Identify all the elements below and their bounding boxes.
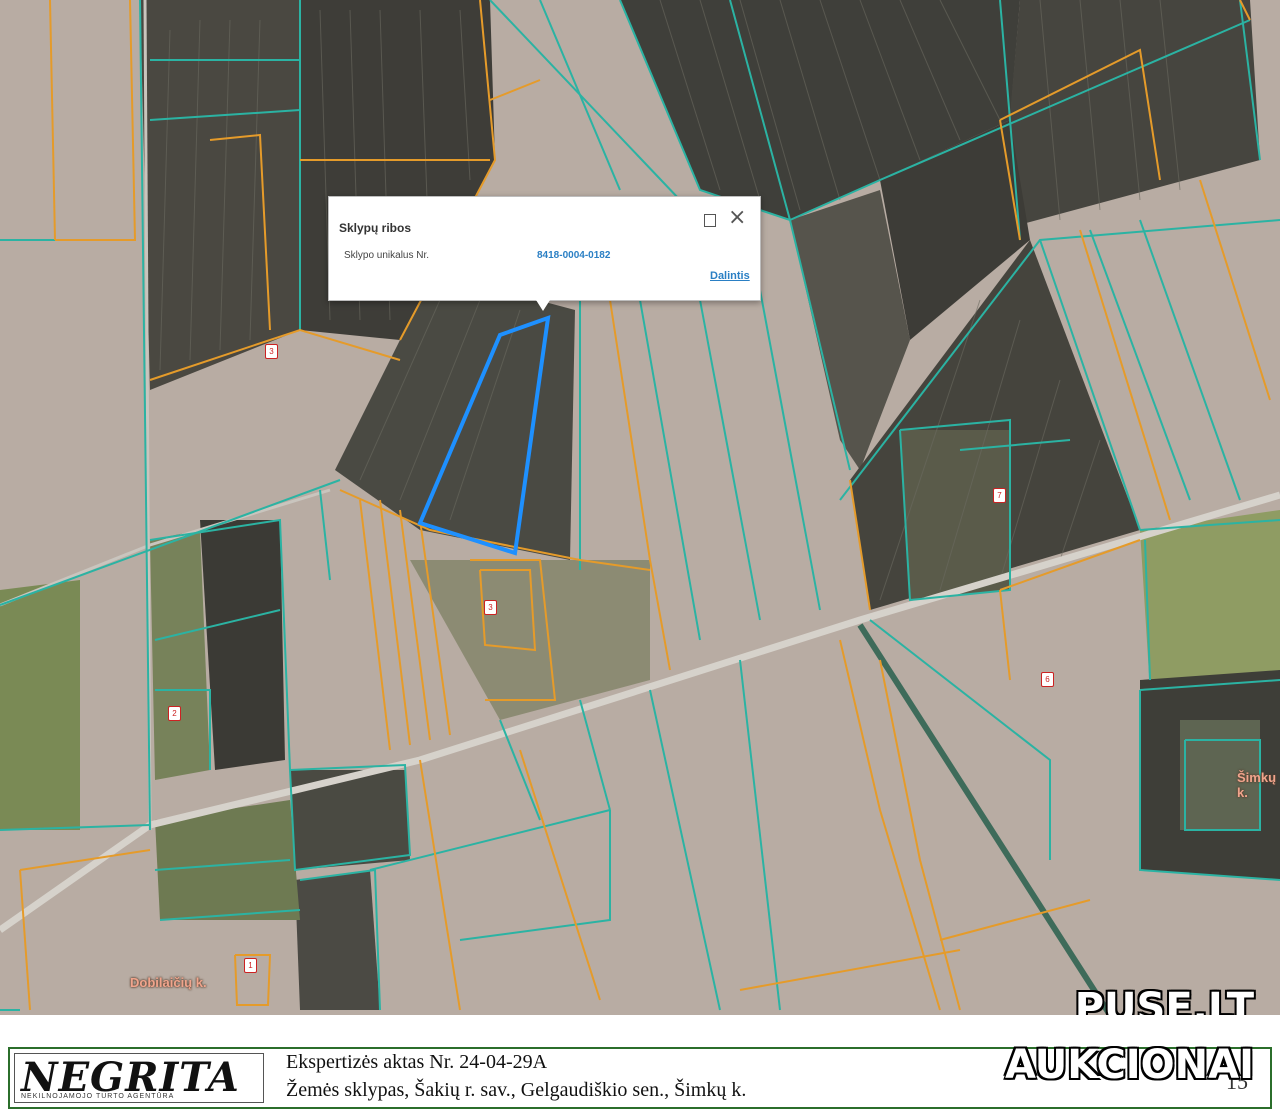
village-label-dobilaiciu: Dobilaičių k. (130, 975, 207, 990)
dark-field (295, 870, 380, 1010)
village-label-simku: Šimkų k. (1237, 770, 1277, 800)
parcel-marker[interactable]: 3 (484, 600, 497, 615)
maximize-icon[interactable] (704, 214, 716, 227)
parcel-info-popup: Sklypų ribos × Sklypo unikalus Nr. 8418-… (328, 196, 761, 311)
green-field (0, 580, 80, 830)
green-field (1140, 510, 1280, 690)
dark-field (140, 0, 300, 390)
watermark-line1: PUSE.LT (1074, 985, 1254, 1015)
watermark-line2: AUKCIONAI (1005, 1042, 1254, 1088)
map-canvas (0, 0, 1280, 1015)
satellite-map[interactable]: 3 3 7 2 6 1 Šimkų k. Dobilaičių k. Sklyp… (0, 0, 1280, 1015)
dark-field (200, 520, 285, 770)
parcel-id-value[interactable]: 8418-0004-0182 (537, 250, 610, 261)
parcel-marker[interactable]: 1 (244, 958, 257, 973)
parcel-marker[interactable]: 7 (993, 488, 1006, 503)
close-icon[interactable]: × (728, 207, 746, 229)
parcel-marker[interactable]: 3 (265, 344, 278, 359)
popup-title: Sklypų ribos (339, 221, 412, 235)
parcel-id-label: Sklypo unikalus Nr. (344, 250, 430, 261)
property-description: Žemės sklypas, Šakių r. sav., Gelgaudišk… (286, 1079, 747, 1101)
parcel-marker[interactable]: 2 (168, 706, 181, 721)
parcel-marker[interactable]: 6 (1041, 672, 1054, 687)
logo-subtitle: NEKILNOJAMOJO TURTO AGENTŪRA (21, 1093, 175, 1100)
homestead (900, 430, 1010, 600)
act-title: Ekspertizės aktas Nr. 24-04-29A (286, 1051, 548, 1073)
company-logo: NEGRITA NEKILNOJAMOJO TURTO AGENTŪRA (14, 1053, 264, 1103)
green-field (150, 530, 210, 780)
share-link[interactable]: Dalintis (710, 270, 750, 282)
